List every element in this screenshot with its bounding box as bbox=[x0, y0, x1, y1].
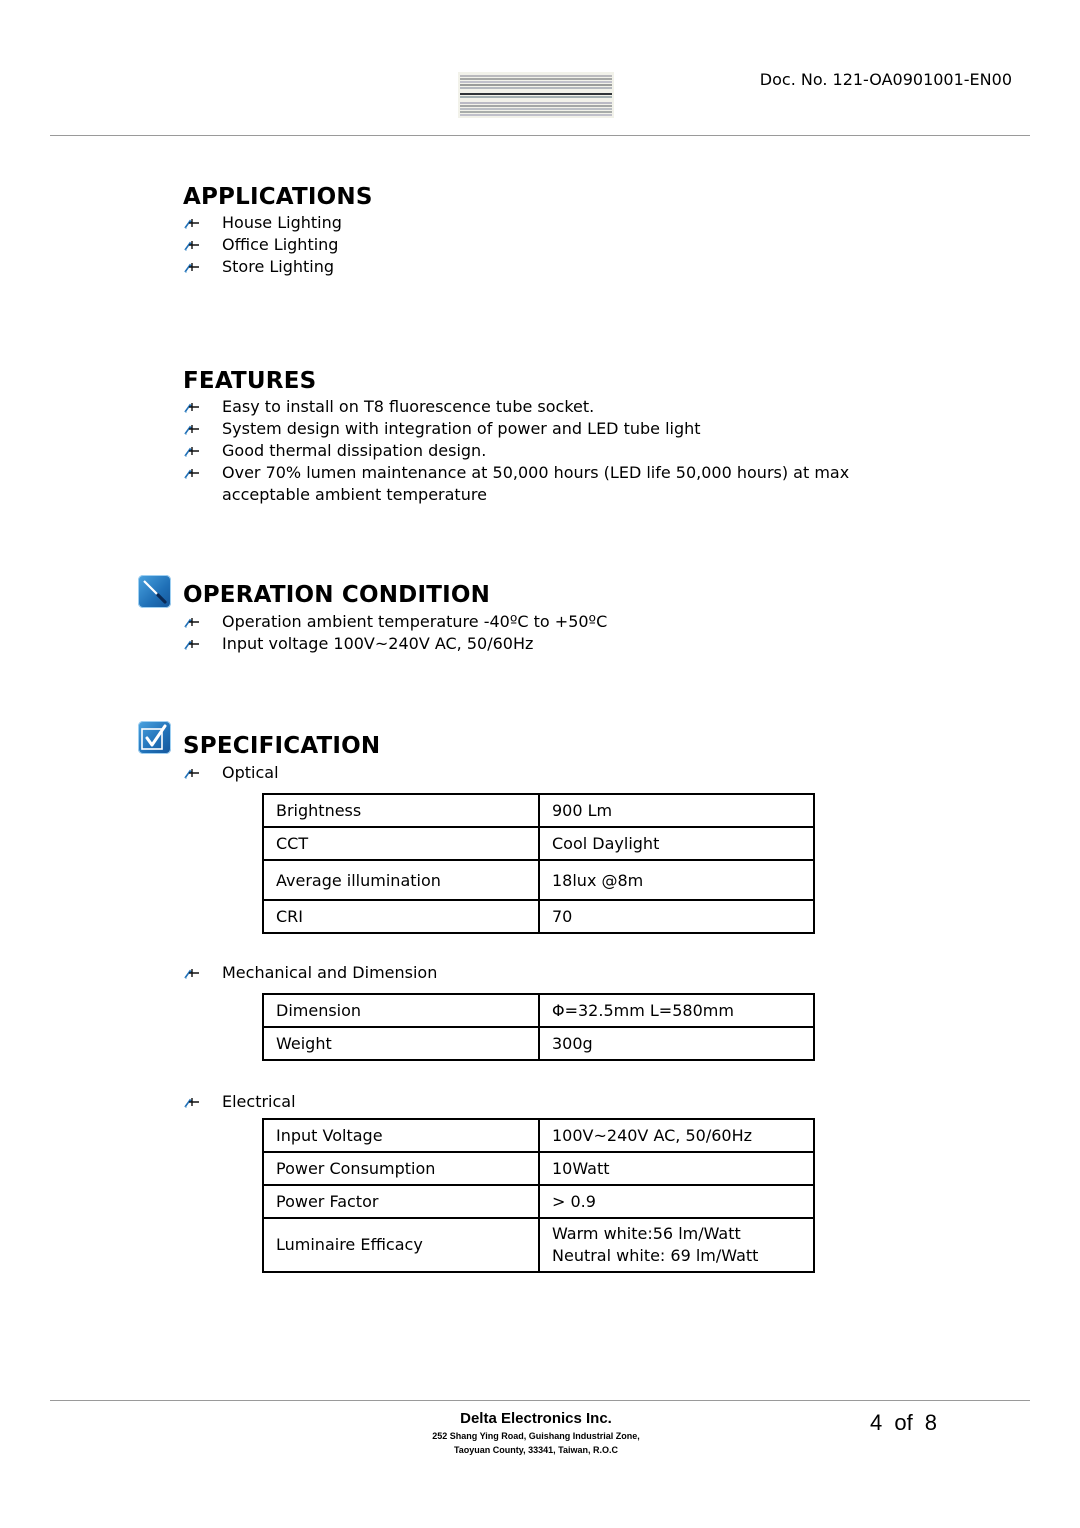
optical-label: Optical bbox=[222, 763, 279, 782]
list-item-text: Operation ambient temperature -40ºC to +… bbox=[222, 612, 608, 631]
company-name: Delta Electronics Inc. bbox=[460, 1410, 612, 1427]
page-number: 4 of 8 bbox=[870, 1410, 938, 1435]
bullet-icon bbox=[184, 239, 202, 251]
led-tube-image bbox=[458, 72, 614, 118]
spec-key: Luminaire Efficacy bbox=[262, 1217, 540, 1273]
spec-key: Weight bbox=[262, 1026, 540, 1061]
table-row: Power Factor > 0.9 bbox=[262, 1184, 815, 1219]
checkbox-icon bbox=[138, 721, 171, 754]
company-address-line2: Taoyuan County, 33341, Taiwan, R.O.C bbox=[453, 1445, 619, 1455]
features-heading: FEATURES bbox=[183, 368, 317, 394]
table-row: Input Voltage 100V~240V AC, 50/60Hz bbox=[262, 1118, 815, 1153]
spec-value: 10Watt bbox=[538, 1151, 815, 1186]
spec-value: Warm white:56 lm/Watt Neutral white: 69 … bbox=[538, 1217, 815, 1273]
spec-value-line: Warm white:56 lm/Watt bbox=[552, 1224, 741, 1243]
list-item-text: System design with integration of power … bbox=[222, 419, 701, 438]
optical-spec-table: Brightness 900 Lm CCT Cool Daylight Averag… bbox=[262, 793, 815, 934]
company-address-line1: 252 Shang Ying Road, Guishang Industrial… bbox=[432, 1431, 640, 1441]
electrical-spec-table: Input Voltage 100V~240V AC, 50/60Hz Power… bbox=[262, 1118, 815, 1273]
spec-value: 100V~240V AC, 50/60Hz bbox=[538, 1118, 815, 1153]
list-item-text: Office Lighting bbox=[222, 235, 339, 254]
spec-key: Brightness bbox=[262, 793, 540, 828]
table-row: Power Consumption 10Watt bbox=[262, 1151, 815, 1186]
spec-value: 18lux @8m bbox=[538, 859, 815, 901]
spec-value: 300g bbox=[538, 1026, 815, 1061]
spec-key: Input Voltage bbox=[262, 1118, 540, 1153]
bullet-icon bbox=[184, 401, 202, 413]
applications-heading: APPLICATIONS bbox=[183, 184, 373, 210]
bullet-icon bbox=[184, 445, 202, 457]
list-item-text: House Lighting bbox=[222, 213, 342, 232]
mechanical-label: Mechanical and Dimension bbox=[222, 963, 438, 982]
bullet-icon bbox=[184, 638, 202, 650]
footer-divider bbox=[50, 1400, 1030, 1401]
table-row: Average illumination 18lux @8m bbox=[262, 859, 815, 901]
table-row: Brightness 900 Lm bbox=[262, 793, 815, 828]
operation-condition-heading: OPERATION CONDITION bbox=[183, 582, 491, 608]
list-item-text: Store Lighting bbox=[222, 257, 335, 276]
spec-key: Dimension bbox=[262, 993, 540, 1028]
list-item-text: Good thermal dissipation design. bbox=[222, 441, 487, 460]
list-item-text: acceptable ambient temperature bbox=[222, 485, 487, 504]
spec-value: Cool Daylight bbox=[538, 826, 815, 861]
screwdriver-icon bbox=[138, 575, 171, 608]
mechanical-spec-table: Dimension Φ=32.5mm L=580mm Weight 300g bbox=[262, 993, 815, 1061]
bullet-icon bbox=[184, 423, 202, 435]
list-item-text: Input voltage 100V~240V AC, 50/60Hz bbox=[222, 634, 534, 653]
document-number: Doc. No. 121-OA0901001-EN00 bbox=[759, 70, 1012, 89]
spec-key: Average illumination bbox=[262, 859, 540, 901]
list-item-text: Over 70% lumen maintenance at 50,000 hou… bbox=[222, 463, 850, 482]
spec-value: 70 bbox=[538, 899, 815, 934]
spec-value: > 0.9 bbox=[538, 1184, 815, 1219]
bullet-icon bbox=[184, 767, 202, 779]
header-divider bbox=[50, 135, 1030, 136]
bullet-icon bbox=[184, 261, 202, 273]
spec-key: CRI bbox=[262, 899, 540, 934]
spec-key: Power Factor bbox=[262, 1184, 540, 1219]
bullet-icon bbox=[184, 1096, 202, 1108]
list-item-text: Easy to install on T8 fluorescence tube … bbox=[222, 397, 595, 416]
bullet-icon bbox=[184, 467, 202, 479]
bullet-icon bbox=[184, 616, 202, 628]
table-row: CRI 70 bbox=[262, 899, 815, 934]
table-row: Weight 300g bbox=[262, 1026, 815, 1061]
spec-value: Φ=32.5mm L=580mm bbox=[538, 993, 815, 1028]
spec-value-line: Neutral white: 69 lm/Watt bbox=[552, 1246, 759, 1265]
spec-key: Power Consumption bbox=[262, 1151, 540, 1186]
electrical-label: Electrical bbox=[222, 1092, 296, 1111]
spec-value: 900 Lm bbox=[538, 793, 815, 828]
table-row: CCT Cool Daylight bbox=[262, 826, 815, 861]
bullet-icon bbox=[184, 967, 202, 979]
specification-heading: SPECIFICATION bbox=[183, 733, 381, 759]
bullet-icon bbox=[184, 217, 202, 229]
table-row: Luminaire Efficacy Warm white:56 lm/Watt… bbox=[262, 1217, 815, 1273]
spec-key: CCT bbox=[262, 826, 540, 861]
table-row: Dimension Φ=32.5mm L=580mm bbox=[262, 993, 815, 1028]
